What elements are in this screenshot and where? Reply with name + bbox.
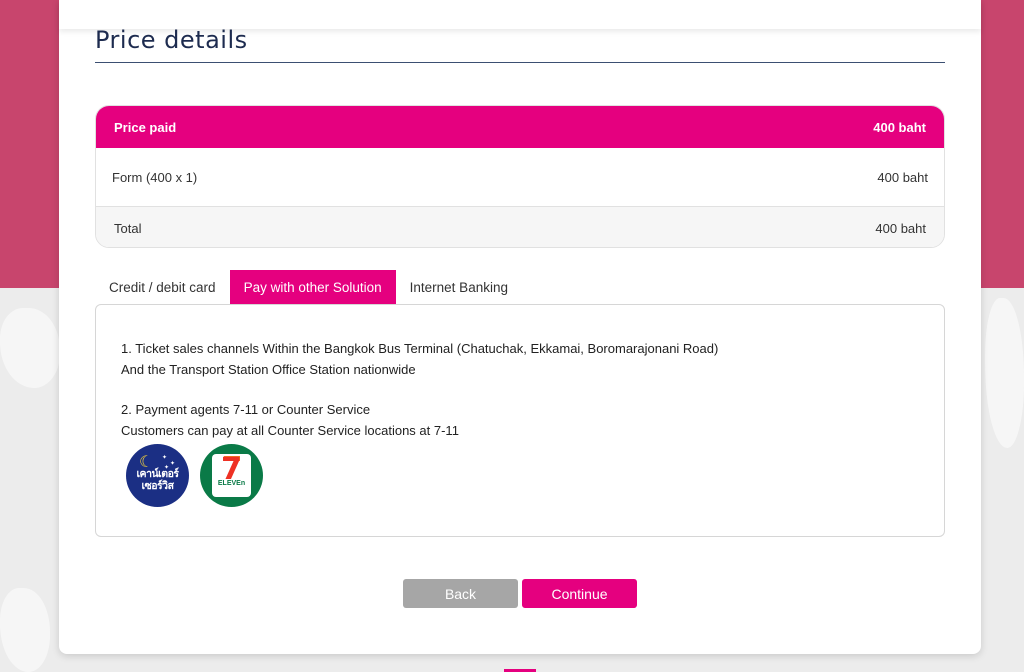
map-shape <box>985 298 1024 448</box>
back-button[interactable]: Back <box>403 579 518 608</box>
total-value: 400 baht <box>875 220 926 236</box>
payment-instructions: 1. Ticket sales channels Within the Bang… <box>121 339 718 441</box>
star-icon: ✦ <box>162 454 168 461</box>
counter-service-logo-text: เคาน์เตอร์ เซอร์วิส <box>136 468 179 492</box>
seven-eleven-logo: 7 ELEVEn <box>200 444 263 507</box>
price-row: Form (400 x 1) 400 baht <box>96 148 944 207</box>
counter-service-logo: ☾ ✦ ✦ ✦ เคาน์เตอร์ เซอร์วิส <box>126 444 189 507</box>
price-total-row: Total 400 baht <box>96 207 944 247</box>
tab-credit-debit-card[interactable]: Credit / debit card <box>95 270 230 305</box>
card-top-bar <box>59 0 981 29</box>
tab-pay-with-other-solution[interactable]: Pay with other Solution <box>229 270 396 305</box>
tab-internet-banking[interactable]: Internet Banking <box>396 270 522 305</box>
page-title: Price details <box>95 26 248 54</box>
title-divider <box>95 62 945 63</box>
map-shape <box>0 588 50 672</box>
star-icon: ✦ <box>170 460 176 467</box>
instruction-line: And the Transport Station Office Station… <box>121 361 416 377</box>
instruction-line: 2. Payment agents 7-11 or Counter Servic… <box>121 402 371 417</box>
price-row-label: Form (400 x 1) <box>112 169 198 185</box>
price-row-value: 400 baht <box>877 169 928 185</box>
payment-tab-panel: 1. Ticket sales channels Within the Bang… <box>95 304 945 537</box>
continue-button[interactable]: Continue <box>522 579 637 608</box>
price-paid-label: Price paid <box>114 119 177 135</box>
price-table-header: Price paid 400 baht <box>96 106 944 148</box>
price-table: Price paid 400 baht Form (400 x 1) 400 b… <box>95 105 945 248</box>
total-label: Total <box>114 220 142 236</box>
seven-eleven-text: ELEVEn <box>214 480 249 487</box>
main-card: Price details Price paid 400 baht Form (… <box>59 0 981 654</box>
price-paid-value: 400 baht <box>873 119 926 135</box>
map-shape <box>0 308 60 388</box>
instruction-line: 1. Ticket sales channels Within the Bang… <box>121 341 719 356</box>
payment-tabs: Credit / debit card Pay with other Solut… <box>95 270 522 305</box>
instruction-line: Customers can pay at all Counter Service… <box>121 422 459 438</box>
seven-eleven-badge: 7 ELEVEn <box>212 452 251 497</box>
